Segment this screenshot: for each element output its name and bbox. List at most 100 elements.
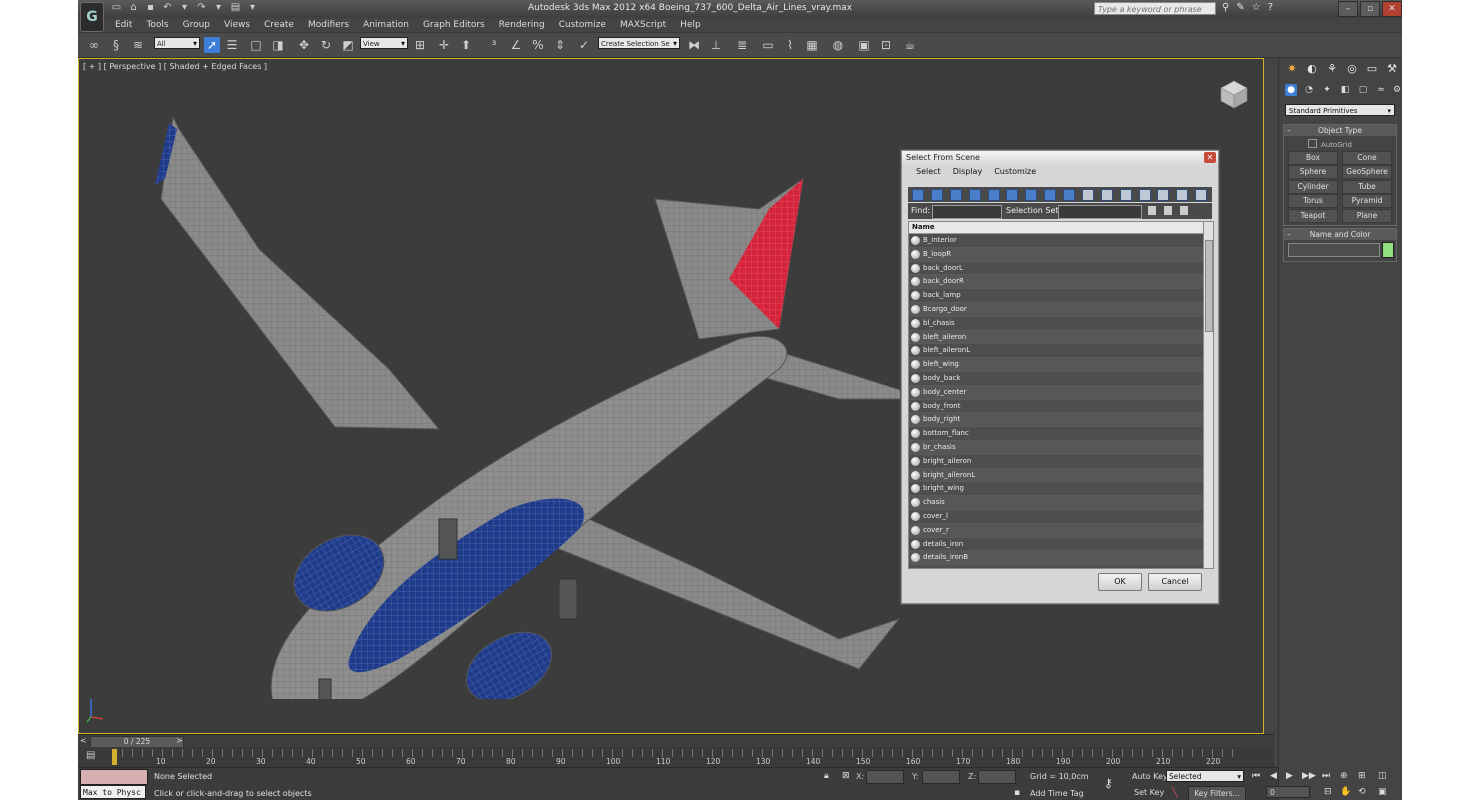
- maxscript-mini-listener-input[interactable]: Max to Physc: [80, 785, 146, 799]
- display-containers-icon[interactable]: [1081, 189, 1094, 201]
- go-to-end-icon[interactable]: ⏭: [1322, 771, 1330, 781]
- object-list-row[interactable]: bleft_aileron: [909, 330, 1213, 345]
- display-frozen-icon[interactable]: [1100, 189, 1113, 201]
- previous-frame-icon[interactable]: ◀: [1270, 771, 1277, 781]
- object-list-row[interactable]: body_front: [909, 399, 1213, 414]
- absolute-mode-icon[interactable]: ⊠: [842, 771, 850, 781]
- shapes-category-icon[interactable]: ◔: [1303, 84, 1315, 96]
- display-geometry-icon[interactable]: [912, 189, 924, 201]
- minimize-button[interactable]: –: [1338, 1, 1358, 17]
- geometry-category-icon[interactable]: ●: [1285, 84, 1297, 96]
- help-icon[interactable]: ?: [1268, 2, 1273, 14]
- scrollbar-thumb[interactable]: [1205, 240, 1213, 332]
- object-list-row[interactable]: bleft_wing: [909, 358, 1213, 372]
- z-coordinate-field[interactable]: [978, 770, 1016, 784]
- dialog-menu-customize[interactable]: Customize: [994, 167, 1036, 181]
- menu-maxscript[interactable]: MAXScript: [613, 18, 673, 32]
- schematic-view-icon[interactable]: ▦: [804, 37, 820, 53]
- time-slider-next-icon[interactable]: >: [176, 737, 183, 745]
- selection-filter-dropdown[interactable]: All: [154, 37, 200, 50]
- menu-graph-editors[interactable]: Graph Editors: [416, 18, 492, 32]
- pyramid-button[interactable]: Pyramid: [1342, 194, 1392, 208]
- star-icon[interactable]: ☆: [1252, 2, 1261, 14]
- name-column-header[interactable]: Name: [909, 222, 1213, 234]
- object-list-row[interactable]: body_back: [909, 371, 1213, 386]
- display-xrefs-icon[interactable]: [1044, 189, 1057, 201]
- mini-curve-editor-icon[interactable]: ▤: [86, 750, 95, 761]
- plane-button[interactable]: Plane: [1342, 209, 1392, 223]
- space-warps-category-icon[interactable]: ≈: [1375, 84, 1387, 96]
- create-set-icon[interactable]: [1148, 206, 1156, 215]
- go-to-start-icon[interactable]: ⏮: [1252, 771, 1260, 781]
- object-list-row[interactable]: bright_aileron: [909, 454, 1213, 469]
- object-list-row[interactable]: B_interior: [909, 234, 1213, 248]
- display-hidden-icon[interactable]: [1119, 189, 1132, 201]
- current-frame-marker[interactable]: [112, 749, 117, 765]
- aircraft-model[interactable]: [139, 99, 939, 699]
- object-name-input[interactable]: [1288, 243, 1380, 257]
- scale-icon[interactable]: ◩: [340, 37, 356, 53]
- menu-create[interactable]: Create: [257, 18, 301, 32]
- menu-rendering[interactable]: Rendering: [492, 18, 552, 32]
- display-shapes-icon[interactable]: [930, 189, 943, 201]
- object-list-row[interactable]: bleft_aileronL: [909, 344, 1213, 359]
- zoom-icon[interactable]: ⊕: [1340, 771, 1348, 781]
- undo-dropdown-icon[interactable]: ▾: [178, 2, 191, 14]
- project-folder-icon[interactable]: ▤: [229, 2, 242, 14]
- ok-button[interactable]: OK: [1098, 573, 1142, 591]
- name-color-header[interactable]: Name and Color: [1284, 229, 1396, 240]
- app-logo-icon[interactable]: G: [80, 2, 104, 32]
- display-bones-icon[interactable]: [1063, 189, 1075, 201]
- reference-coordinate-dropdown[interactable]: View: [360, 37, 408, 50]
- redo-icon[interactable]: ↷: [195, 2, 208, 14]
- lights-category-icon[interactable]: ✦: [1321, 84, 1333, 96]
- utilities-tab-icon[interactable]: ⚒: [1385, 62, 1399, 76]
- hierarchy-tab-icon[interactable]: ⚘: [1325, 62, 1339, 76]
- zoom-all-icon[interactable]: ⊞: [1358, 771, 1366, 781]
- maximize-button[interactable]: ▫: [1360, 1, 1380, 17]
- menu-edit[interactable]: Edit: [108, 18, 139, 32]
- search-input[interactable]: Type a keyword or phrase: [1094, 2, 1216, 15]
- set-key-icon[interactable]: ⚷: [1104, 776, 1113, 790]
- binoculars-icon[interactable]: ⚲: [1222, 2, 1229, 14]
- motion-tab-icon[interactable]: ◎: [1345, 62, 1359, 76]
- display-lights-icon[interactable]: [949, 189, 962, 201]
- filter-icon[interactable]: [1195, 189, 1208, 201]
- maximize-viewport-icon[interactable]: ▣: [1378, 787, 1387, 797]
- graphite-ribbon-icon[interactable]: ▭: [760, 37, 776, 53]
- scene-object-list[interactable]: Name B_interior B_loopR back_doorL back_doo…: [908, 221, 1214, 569]
- list-scrollbar[interactable]: [1203, 222, 1213, 568]
- move-icon[interactable]: ✥: [296, 37, 312, 53]
- object-list-row[interactable]: B_loopR: [909, 247, 1213, 262]
- rectangular-selection-icon[interactable]: □: [248, 37, 264, 53]
- display-cameras-icon[interactable]: [968, 189, 981, 201]
- track-bar[interactable]: ▤ 10 20 30 40 50 60 70 80 90 100 110 120 130 140 150 16…: [78, 747, 1274, 767]
- object-list-row[interactable]: body_right: [909, 413, 1213, 428]
- delete-set-icon[interactable]: [1180, 206, 1188, 215]
- menu-views[interactable]: Views: [217, 18, 257, 32]
- time-slider-prev-icon[interactable]: <: [80, 737, 88, 745]
- display-space-warps-icon[interactable]: [1006, 189, 1019, 201]
- angle-snap-icon[interactable]: ∠: [508, 37, 524, 53]
- menu-tools[interactable]: Tools: [139, 18, 175, 32]
- object-list-row[interactable]: back_lamp: [909, 289, 1213, 303]
- window-crossing-icon[interactable]: ◨: [270, 37, 286, 53]
- object-list-row[interactable]: bl_chasis: [909, 316, 1213, 331]
- object-list-row[interactable]: cover_r: [909, 523, 1213, 538]
- object-list-row[interactable]: bright_aileronL: [909, 468, 1213, 483]
- cone-button[interactable]: Cone: [1342, 151, 1392, 165]
- dialog-menu-display[interactable]: Display: [953, 167, 983, 181]
- object-list-row[interactable]: details_ironB: [909, 551, 1213, 566]
- set-key-button[interactable]: Set Key: [1134, 788, 1164, 797]
- orbit-icon[interactable]: ⟲: [1358, 787, 1366, 797]
- lock-selection-icon[interactable]: 🔒︎: [824, 771, 829, 781]
- object-list-row[interactable]: bright_wing: [909, 482, 1213, 497]
- systems-category-icon[interactable]: ⚙: [1391, 84, 1402, 96]
- maxscript-mini-listener-output[interactable]: [80, 769, 148, 785]
- menu-modifiers[interactable]: Modifiers: [301, 18, 356, 32]
- rendered-frame-window-icon[interactable]: ⊡: [878, 37, 894, 53]
- invert-display-icon[interactable]: [1176, 189, 1189, 201]
- cylinder-button[interactable]: Cylinder: [1288, 180, 1338, 194]
- menu-customize[interactable]: Customize: [552, 18, 613, 32]
- wrench-icon[interactable]: ✎: [1236, 2, 1244, 14]
